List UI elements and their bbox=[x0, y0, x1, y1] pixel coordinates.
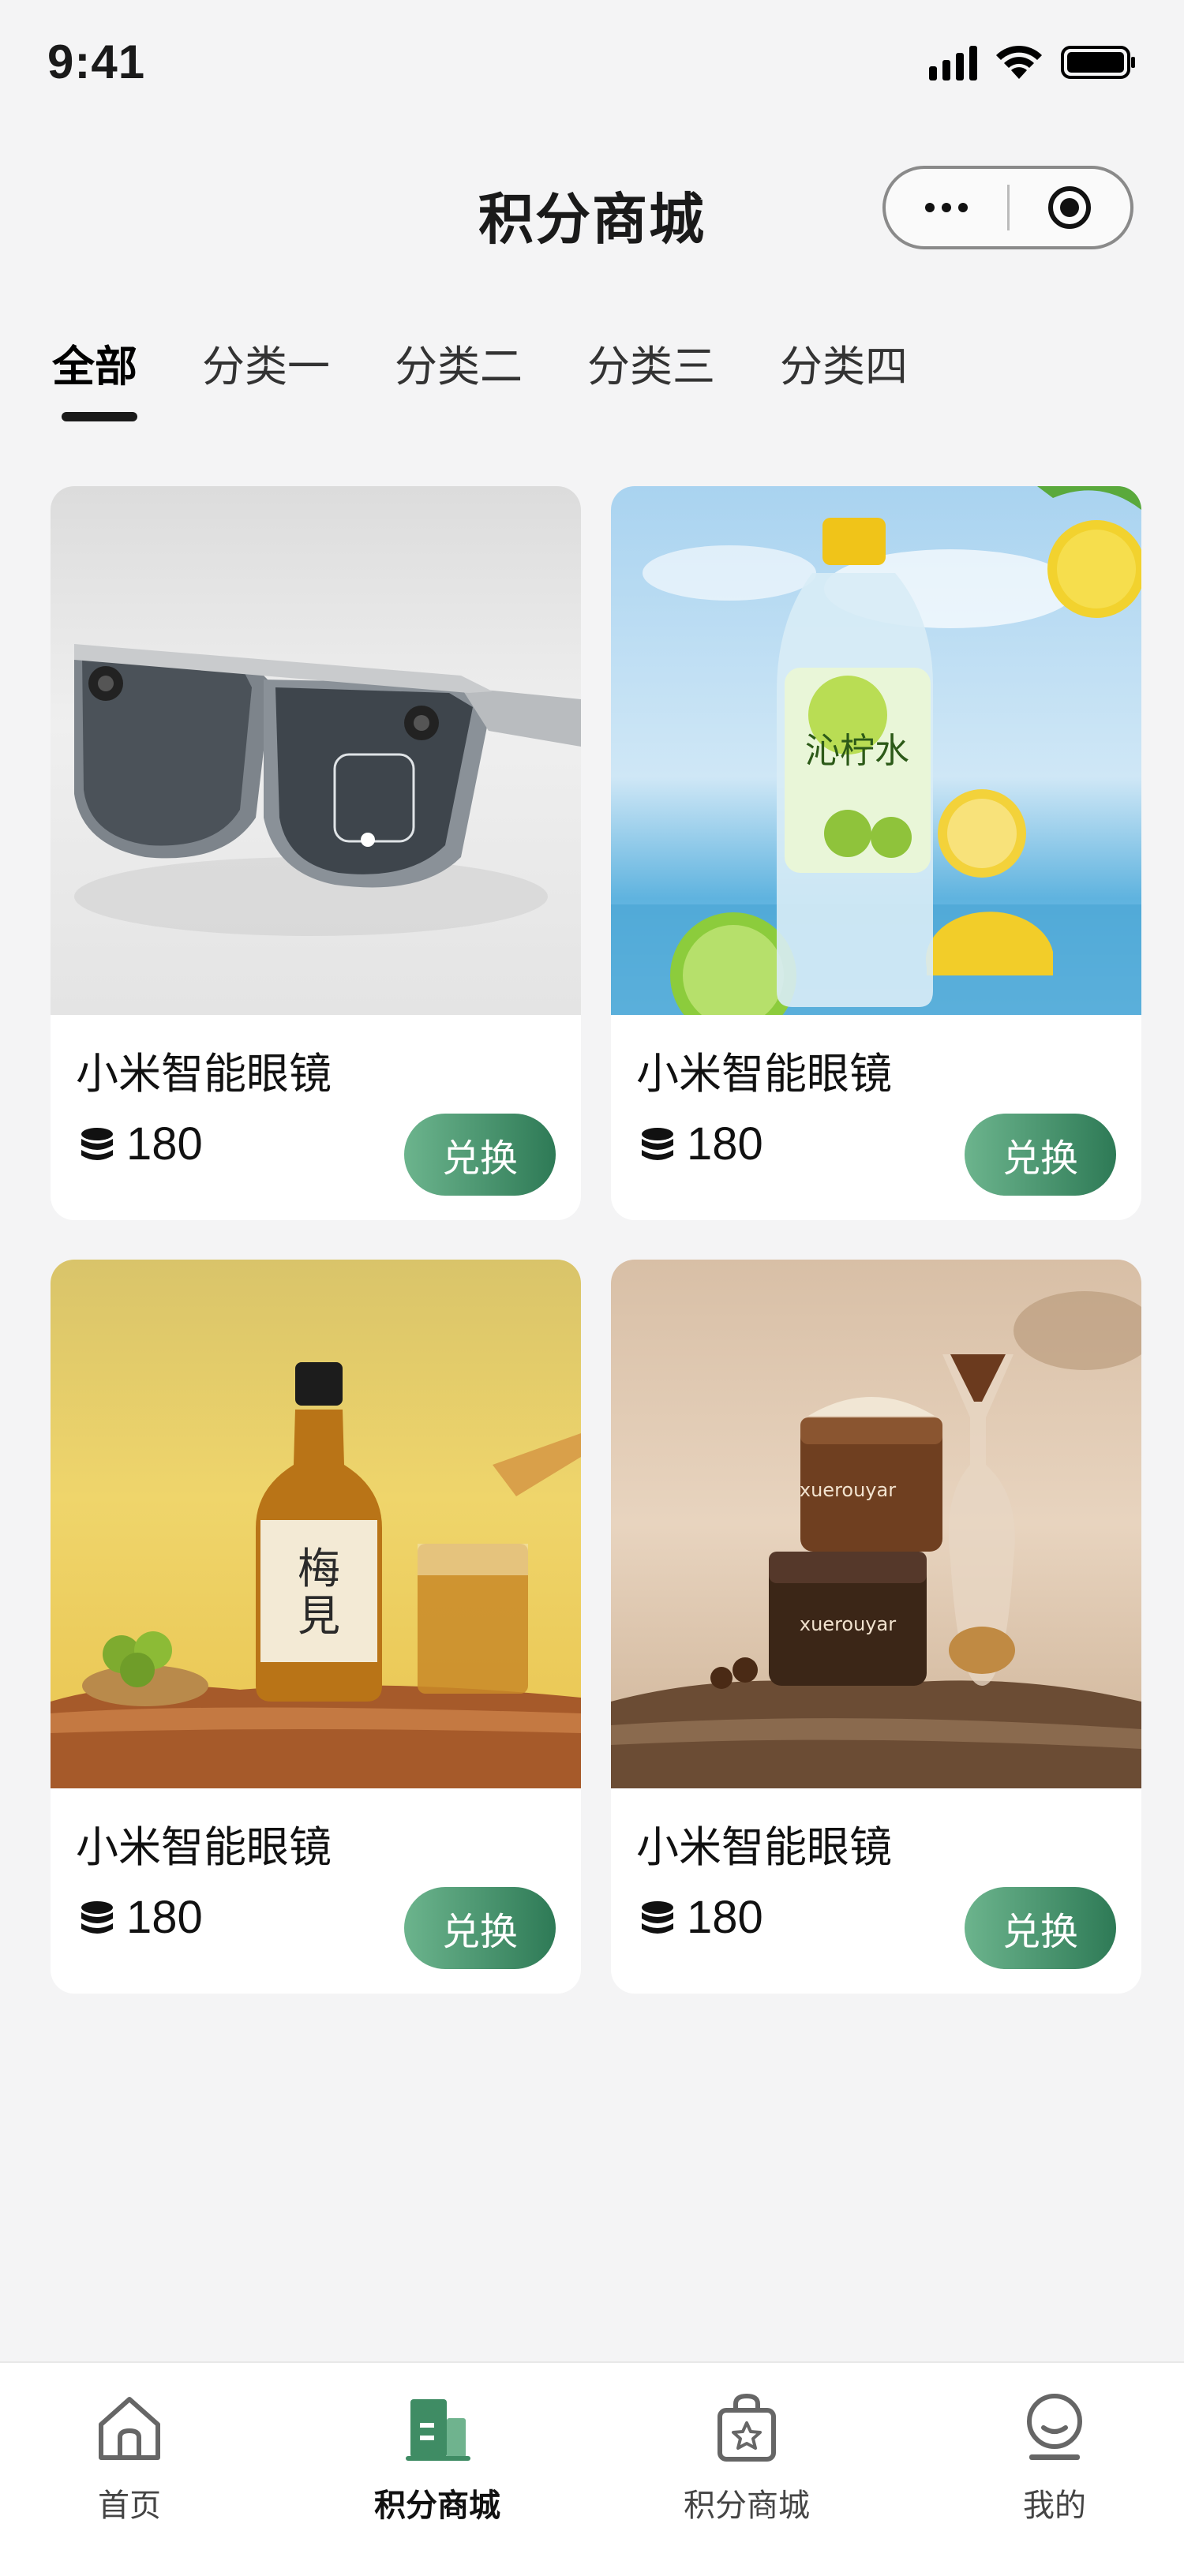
tab-category-4[interactable]: 分类四 bbox=[780, 331, 908, 394]
tab-category-1[interactable]: 分类一 bbox=[202, 331, 330, 394]
target-circle-icon[interactable] bbox=[1010, 169, 1131, 246]
redeem-button[interactable]: 兑换 bbox=[404, 1114, 556, 1196]
user-face-icon bbox=[1027, 2394, 1082, 2460]
product-card[interactable]: 梅 見 小米智能眼镜 180 兑换 bbox=[51, 1260, 581, 1994]
bottom-tab-bar: 首页 积分商城 积分商城 我的 bbox=[0, 2361, 1184, 2576]
product-points: 180 bbox=[639, 1118, 763, 1170]
coin-stack-icon bbox=[642, 1127, 673, 1160]
product-card[interactable]: 沁柠水 小米智能眼镜 180 兑换 bbox=[611, 486, 1141, 1220]
tab-label: 分类二 bbox=[395, 342, 523, 391]
product-points: 180 bbox=[639, 1891, 763, 1944]
svg-text:xuerouyar: xuerouyar bbox=[800, 1479, 896, 1501]
coin-stack-icon bbox=[642, 1900, 673, 1934]
active-tab-indicator bbox=[62, 412, 137, 421]
points-value: 180 bbox=[126, 1118, 203, 1170]
tab-label: 全部 bbox=[52, 342, 137, 391]
coin-stack-icon bbox=[81, 1127, 113, 1160]
status-bar: 9:41 bbox=[0, 0, 1184, 134]
category-tabs: 全部 分类一 分类二 分类三 分类四 bbox=[52, 331, 908, 421]
shopping-bag-star-icon bbox=[718, 2393, 776, 2462]
nav-label: 积分商城 bbox=[374, 2488, 500, 2524]
redeem-button[interactable]: 兑换 bbox=[404, 1887, 556, 1969]
redeem-button[interactable]: 兑换 bbox=[965, 1114, 1116, 1196]
home-icon bbox=[99, 2397, 160, 2460]
wifi-icon bbox=[996, 45, 1042, 79]
plum-wine-bottle-photo[interactable]: 梅 見 bbox=[51, 1260, 581, 1788]
product-card[interactable]: 小米智能眼镜 180 兑换 bbox=[51, 486, 581, 1220]
svg-text:見: 見 bbox=[298, 1591, 340, 1641]
coin-stack-icon bbox=[81, 1900, 113, 1934]
svg-text:沁柠水: 沁柠水 bbox=[805, 731, 909, 771]
nav-label: 积分商城 bbox=[684, 2488, 810, 2524]
tab-label: 分类一 bbox=[202, 342, 330, 391]
product-name: 小米智能眼镜 bbox=[636, 1822, 892, 1872]
product-name: 小米智能眼镜 bbox=[76, 1049, 332, 1099]
status-icons bbox=[929, 44, 1137, 80]
product-name: 小米智能眼镜 bbox=[76, 1822, 332, 1872]
nav-label: 首页 bbox=[98, 2488, 161, 2524]
mini-program-capsule bbox=[882, 166, 1133, 249]
nav-label: 我的 bbox=[1023, 2488, 1086, 2524]
product-card[interactable]: xuerouyar xuerouyar 小米智能眼镜 180 兑换 bbox=[611, 1260, 1141, 1994]
tab-label: 分类三 bbox=[587, 342, 715, 391]
points-value: 180 bbox=[687, 1118, 763, 1170]
smart-glasses-photo[interactable] bbox=[51, 486, 581, 1015]
eye-cream-jars-photo[interactable]: xuerouyar xuerouyar bbox=[611, 1260, 1141, 1788]
tab-category-2[interactable]: 分类二 bbox=[395, 331, 523, 394]
signal-icon bbox=[929, 44, 977, 80]
tab-label: 分类四 bbox=[780, 342, 908, 391]
product-points: 180 bbox=[79, 1118, 203, 1170]
building-icon bbox=[406, 2399, 470, 2461]
svg-text:xuerouyar: xuerouyar bbox=[800, 1613, 896, 1635]
points-value: 180 bbox=[126, 1892, 203, 1943]
more-dots-icon[interactable] bbox=[886, 169, 1007, 246]
nav-points-mall-bag[interactable]: 积分商城 bbox=[652, 2391, 841, 2525]
product-name: 小米智能眼镜 bbox=[636, 1049, 892, 1099]
status-time: 9:41 bbox=[47, 36, 146, 88]
tab-category-3[interactable]: 分类三 bbox=[587, 331, 715, 394]
nav-home[interactable]: 首页 bbox=[35, 2391, 224, 2525]
svg-text:梅: 梅 bbox=[298, 1544, 340, 1593]
nav-profile[interactable]: 我的 bbox=[960, 2391, 1149, 2525]
product-points: 180 bbox=[79, 1891, 203, 1944]
tab-all[interactable]: 全部 bbox=[52, 331, 137, 421]
redeem-button[interactable]: 兑换 bbox=[965, 1887, 1116, 1969]
points-value: 180 bbox=[687, 1892, 763, 1943]
nav-points-mall[interactable]: 积分商城 bbox=[343, 2391, 532, 2525]
lemon-water-bottle-photo[interactable]: 沁柠水 bbox=[611, 486, 1141, 1015]
battery-icon bbox=[1061, 46, 1135, 79]
